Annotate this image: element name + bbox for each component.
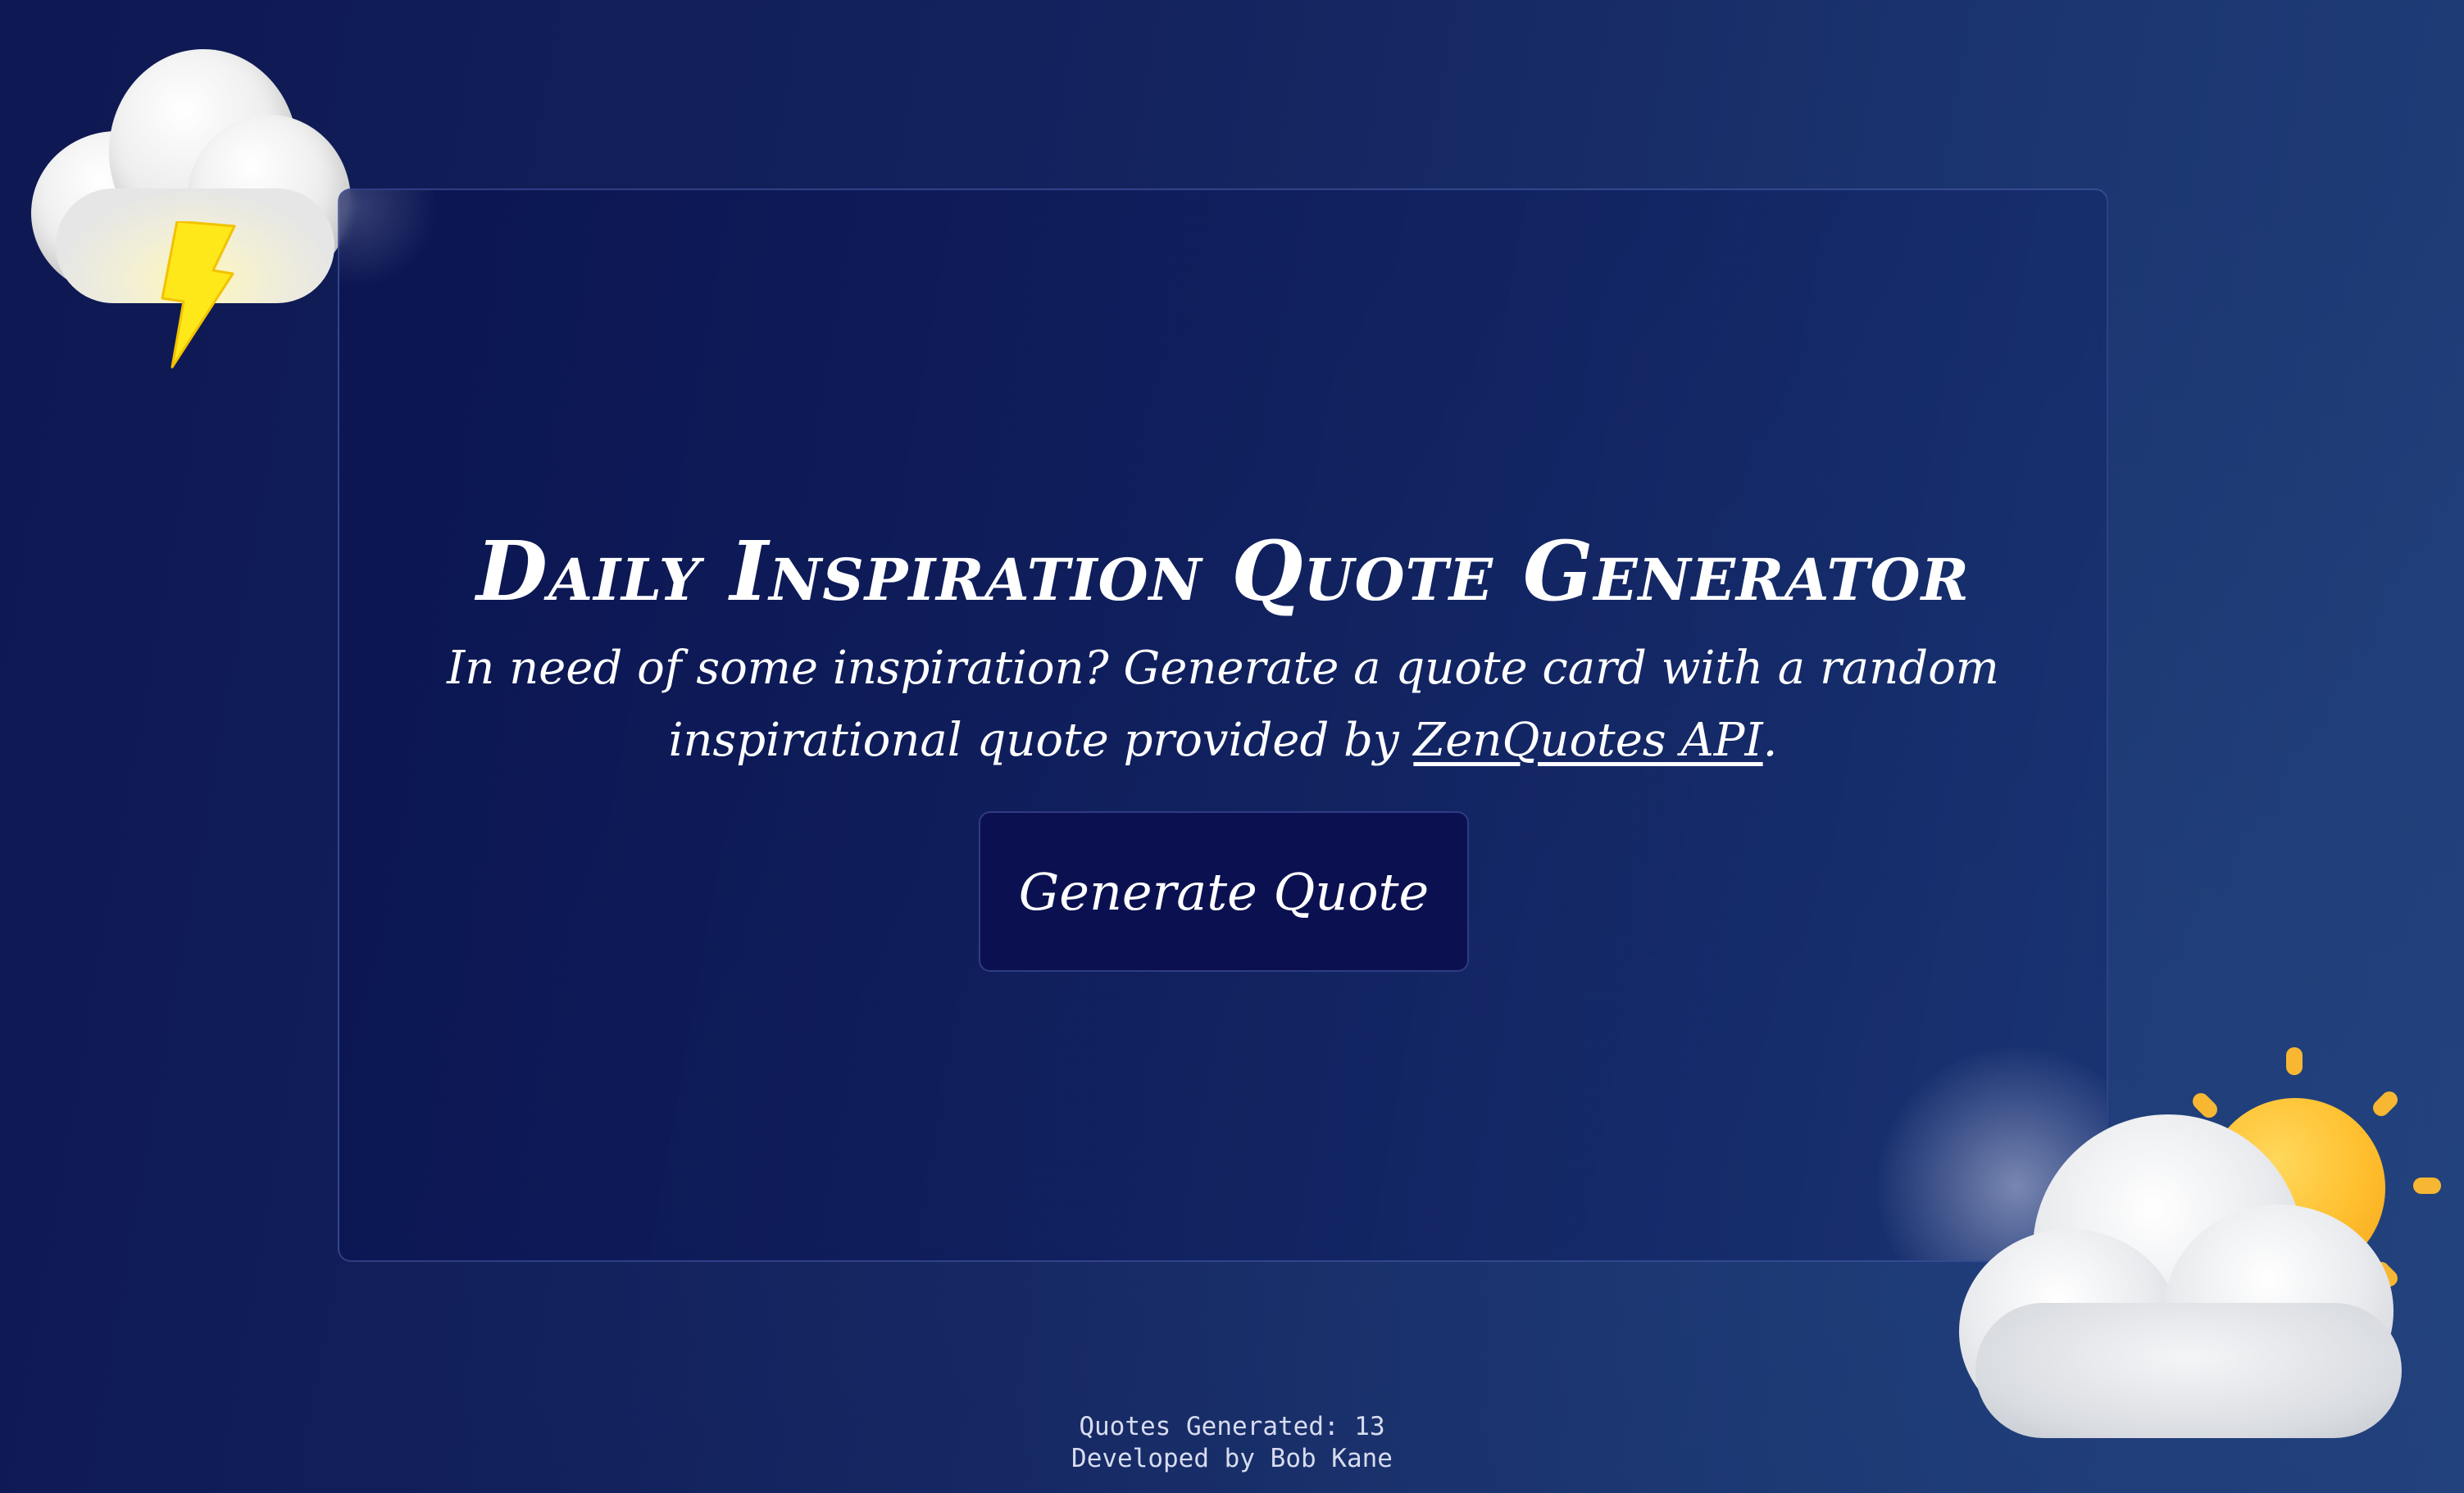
generator-card: Daily Inspiration Quote Generator In nee…: [338, 188, 2108, 1262]
sun-behind-cloud-icon: [1959, 1041, 2451, 1438]
page-title: Daily Inspiration Quote Generator: [476, 523, 1970, 619]
zenquotes-api-link[interactable]: ZenQuotes API: [1413, 714, 1762, 767]
storm-cloud-icon: [31, 49, 351, 369]
lightning-bolt-icon: [161, 221, 236, 369]
generate-quote-button[interactable]: Generate Quote: [979, 811, 1469, 972]
footer: Quotes Generated: 13 Developed by Bob Ka…: [0, 1411, 2464, 1475]
quotes-generated-counter: Quotes Generated: 13: [1079, 1412, 1385, 1441]
page-description: In need of some inspiration? Generate a …: [389, 633, 2057, 777]
description-period: .: [1762, 714, 1778, 767]
developer-credit: Developed by Bob Kane: [1071, 1444, 1393, 1473]
card-frost-highlight: [339, 190, 438, 288]
